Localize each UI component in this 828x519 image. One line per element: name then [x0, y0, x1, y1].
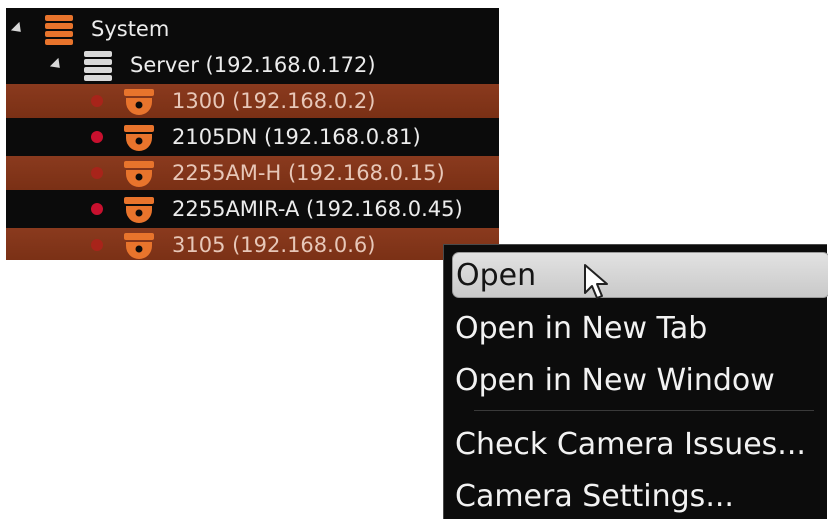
tree-node-camera[interactable]: 2105DN (192.168.0.81)	[6, 120, 499, 154]
tree-node-camera[interactable]: 3105 (192.168.0.6)	[6, 228, 499, 260]
server-stack-icon	[84, 51, 112, 81]
expander-arrow-icon[interactable]	[10, 21, 26, 37]
tree-node-label: 2105DN (192.168.0.81)	[172, 125, 421, 149]
dome-camera-icon	[124, 125, 154, 151]
tree-node-camera[interactable]: 2255AMIR-A (192.168.0.45)	[6, 192, 499, 226]
mouse-pointer-icon	[584, 264, 608, 299]
tree-node-system[interactable]: System	[6, 12, 499, 46]
tree-node-label: Server (192.168.0.172)	[130, 53, 376, 77]
device-tree: System Server (192.168.0.172) 1300 (192.…	[6, 8, 499, 260]
tree-node-label: 3105 (192.168.0.6)	[172, 233, 376, 257]
tree-node-server[interactable]: Server (192.168.0.172)	[6, 48, 499, 82]
menu-item-open-in-new-tab[interactable]: Open in New Tab	[452, 305, 828, 351]
expander-arrow-icon[interactable]	[49, 57, 65, 73]
menu-item-check-camera-issues[interactable]: Check Camera Issues...	[452, 421, 828, 467]
tree-node-camera[interactable]: 1300 (192.168.0.2)	[6, 84, 499, 118]
context-menu: Open Open in New Tab Open in New Window …	[443, 244, 828, 519]
dome-camera-icon	[124, 233, 154, 259]
tree-node-label: 2255AMIR-A (192.168.0.45)	[172, 197, 463, 221]
status-dot-icon	[91, 95, 103, 107]
dome-camera-icon	[124, 89, 154, 115]
status-dot-icon	[91, 131, 103, 143]
status-dot-icon	[91, 203, 103, 215]
menu-separator	[474, 410, 814, 411]
status-dot-icon	[91, 167, 103, 179]
tree-node-label: 2255AM-H (192.168.0.15)	[172, 161, 445, 185]
tree-node-label: 1300 (192.168.0.2)	[172, 89, 376, 113]
status-dot-icon	[91, 239, 103, 251]
menu-item-open[interactable]: Open	[452, 252, 828, 298]
dome-camera-icon	[124, 161, 154, 187]
server-stack-icon	[45, 15, 73, 45]
menu-item-camera-settings[interactable]: Camera Settings...	[452, 473, 828, 519]
tree-node-label: System	[91, 17, 170, 41]
menu-item-open-in-new-window[interactable]: Open in New Window	[452, 357, 828, 403]
tree-node-camera[interactable]: 2255AM-H (192.168.0.15)	[6, 156, 499, 190]
dome-camera-icon	[124, 197, 154, 223]
